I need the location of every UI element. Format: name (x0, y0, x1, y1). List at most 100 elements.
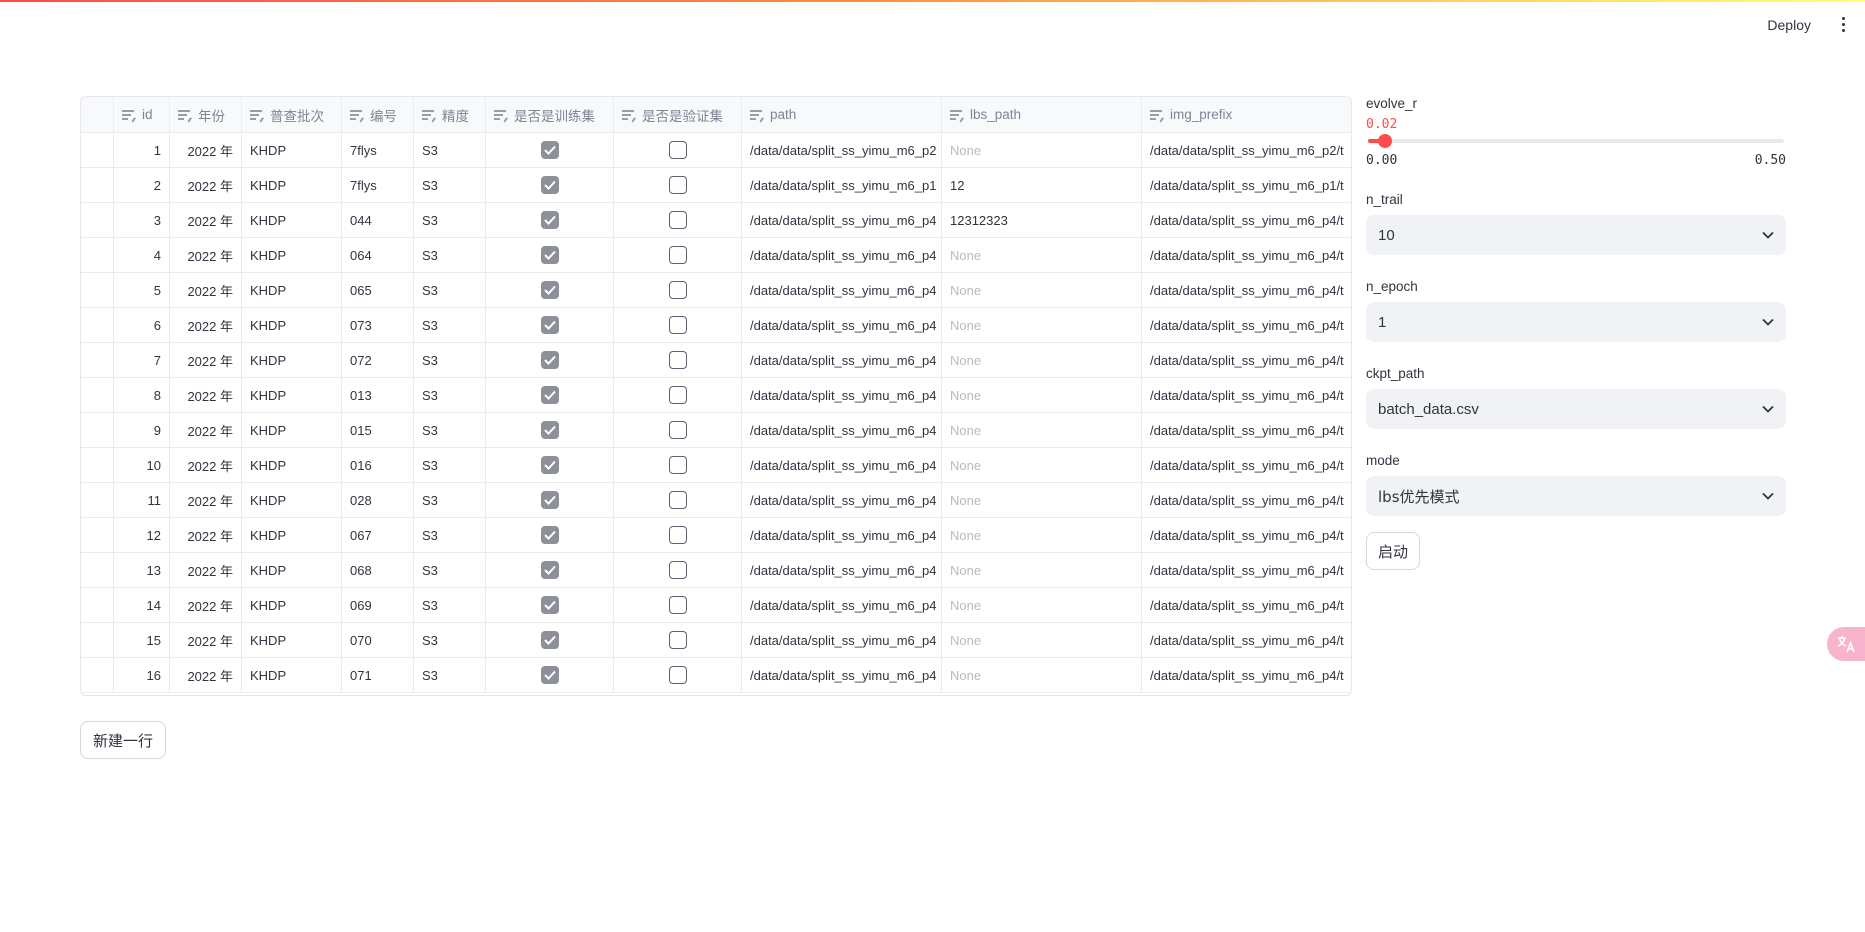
val-set-checkbox[interactable] (668, 281, 687, 299)
row-selector[interactable] (81, 168, 114, 202)
id-cell[interactable]: 12 (114, 518, 170, 552)
id-cell[interactable]: 13 (114, 553, 170, 587)
year-cell[interactable]: 2022 年 (170, 448, 242, 482)
val-set-cell[interactable] (614, 343, 742, 377)
path-cell[interactable]: /data/data/split_ss_yimu_m6_p4 (742, 203, 942, 237)
data-editor-table[interactable]: id 年份 普查批次 编号 精度 是否是训练集 是否是验证集 path lbs_path img_… (80, 96, 1352, 696)
precision-cell[interactable]: S3 (414, 658, 486, 692)
precision-cell[interactable]: S3 (414, 378, 486, 412)
batch-cell[interactable]: KHDP (242, 133, 342, 167)
img-prefix-cell[interactable]: /data/data/split_ss_yimu_m6_p4/t (1142, 553, 1351, 587)
year-cell[interactable]: 2022 年 (170, 308, 242, 342)
launch-button[interactable]: 启动 (1366, 532, 1421, 570)
lbs-path-cell[interactable]: None (942, 553, 1142, 587)
year-cell[interactable]: 2022 年 (170, 623, 242, 657)
year-cell[interactable]: 2022 年 (170, 203, 242, 237)
year-cell[interactable]: 2022 年 (170, 168, 242, 202)
id-cell[interactable]: 16 (114, 658, 170, 692)
train-set-cell[interactable] (486, 238, 614, 272)
code-cell[interactable]: 069 (342, 588, 414, 622)
year-cell[interactable]: 2022 年 (170, 273, 242, 307)
img-prefix-cell[interactable]: /data/data/split_ss_yimu_m6_p4/t (1142, 273, 1351, 307)
evolve-r-slider[interactable] (1368, 134, 1784, 148)
precision-cell[interactable]: S3 (414, 413, 486, 447)
year-cell[interactable]: 2022 年 (170, 133, 242, 167)
column-header[interactable]: 是否是训练集 (486, 97, 614, 132)
val-set-cell[interactable] (614, 203, 742, 237)
train-set-cell[interactable] (486, 518, 614, 552)
train-set-cell[interactable] (486, 553, 614, 587)
row-selector[interactable] (81, 448, 114, 482)
train-set-checkbox[interactable] (540, 666, 559, 684)
img-prefix-cell[interactable]: /data/data/split_ss_yimu_m6_p1/t (1142, 168, 1351, 202)
precision-cell[interactable]: S3 (414, 553, 486, 587)
slider-thumb[interactable] (1377, 134, 1392, 148)
id-cell[interactable]: 2 (114, 168, 170, 202)
img-prefix-cell[interactable]: /data/data/split_ss_yimu_m6_p4/t (1142, 448, 1351, 482)
path-cell[interactable]: /data/data/split_ss_yimu_m6_p4 (742, 378, 942, 412)
val-set-checkbox[interactable] (668, 526, 687, 544)
row-selector[interactable] (81, 518, 114, 552)
val-set-cell[interactable] (614, 448, 742, 482)
img-prefix-cell[interactable]: /data/data/split_ss_yimu_m6_p4/t (1142, 343, 1351, 377)
row-selector[interactable] (81, 203, 114, 237)
train-set-checkbox[interactable] (540, 421, 559, 439)
id-cell[interactable]: 15 (114, 623, 170, 657)
train-set-cell[interactable] (486, 168, 614, 202)
path-cell[interactable]: /data/data/split_ss_yimu_m6_p4 (742, 658, 942, 692)
id-cell[interactable]: 5 (114, 273, 170, 307)
column-header[interactable]: 普查批次 (242, 97, 342, 132)
precision-cell[interactable]: S3 (414, 518, 486, 552)
img-prefix-cell[interactable]: /data/data/split_ss_yimu_m6_p4/t (1142, 378, 1351, 412)
year-cell[interactable]: 2022 年 (170, 483, 242, 517)
id-cell[interactable]: 14 (114, 588, 170, 622)
train-set-checkbox[interactable] (540, 211, 559, 229)
val-set-checkbox[interactable] (668, 456, 687, 474)
ckpt-path-select[interactable]: batch_data.csv (1366, 389, 1786, 429)
lbs-path-cell[interactable]: None (942, 448, 1142, 482)
batch-cell[interactable]: KHDP (242, 518, 342, 552)
train-set-checkbox[interactable] (540, 246, 559, 264)
id-cell[interactable]: 1 (114, 133, 170, 167)
val-set-checkbox[interactable] (668, 351, 687, 369)
id-cell[interactable]: 11 (114, 483, 170, 517)
train-set-cell[interactable] (486, 308, 614, 342)
year-cell[interactable]: 2022 年 (170, 588, 242, 622)
img-prefix-cell[interactable]: /data/data/split_ss_yimu_m6_p4/t (1142, 238, 1351, 272)
column-header[interactable]: img_prefix (1142, 97, 1351, 132)
train-set-checkbox[interactable] (540, 351, 559, 369)
n-epoch-select[interactable]: 1 (1366, 302, 1786, 342)
train-set-cell[interactable] (486, 133, 614, 167)
val-set-checkbox[interactable] (668, 421, 687, 439)
code-cell[interactable]: 044 (342, 203, 414, 237)
id-cell[interactable]: 8 (114, 378, 170, 412)
precision-cell[interactable]: S3 (414, 273, 486, 307)
val-set-checkbox[interactable] (668, 176, 687, 194)
lbs-path-cell[interactable]: None (942, 483, 1142, 517)
lbs-path-cell[interactable]: 12312323 (942, 203, 1142, 237)
train-set-cell[interactable] (486, 623, 614, 657)
mode-select[interactable]: lbs优先模式 (1366, 476, 1786, 516)
batch-cell[interactable]: KHDP (242, 413, 342, 447)
code-cell[interactable]: 7flys (342, 168, 414, 202)
val-set-cell[interactable] (614, 518, 742, 552)
id-cell[interactable]: 7 (114, 343, 170, 377)
year-cell[interactable]: 2022 年 (170, 378, 242, 412)
batch-cell[interactable]: KHDP (242, 203, 342, 237)
val-set-checkbox[interactable] (668, 246, 687, 264)
column-header[interactable]: 是否是验证集 (614, 97, 742, 132)
precision-cell[interactable]: S3 (414, 133, 486, 167)
train-set-cell[interactable] (486, 203, 614, 237)
val-set-cell[interactable] (614, 483, 742, 517)
train-set-checkbox[interactable] (540, 281, 559, 299)
train-set-checkbox[interactable] (540, 561, 559, 579)
val-set-cell[interactable] (614, 413, 742, 447)
val-set-cell[interactable] (614, 308, 742, 342)
batch-cell[interactable]: KHDP (242, 273, 342, 307)
lbs-path-cell[interactable]: None (942, 588, 1142, 622)
path-cell[interactable]: /data/data/split_ss_yimu_m6_p4 (742, 273, 942, 307)
train-set-cell[interactable] (486, 273, 614, 307)
val-set-cell[interactable] (614, 133, 742, 167)
val-set-cell[interactable] (614, 588, 742, 622)
id-cell[interactable]: 4 (114, 238, 170, 272)
